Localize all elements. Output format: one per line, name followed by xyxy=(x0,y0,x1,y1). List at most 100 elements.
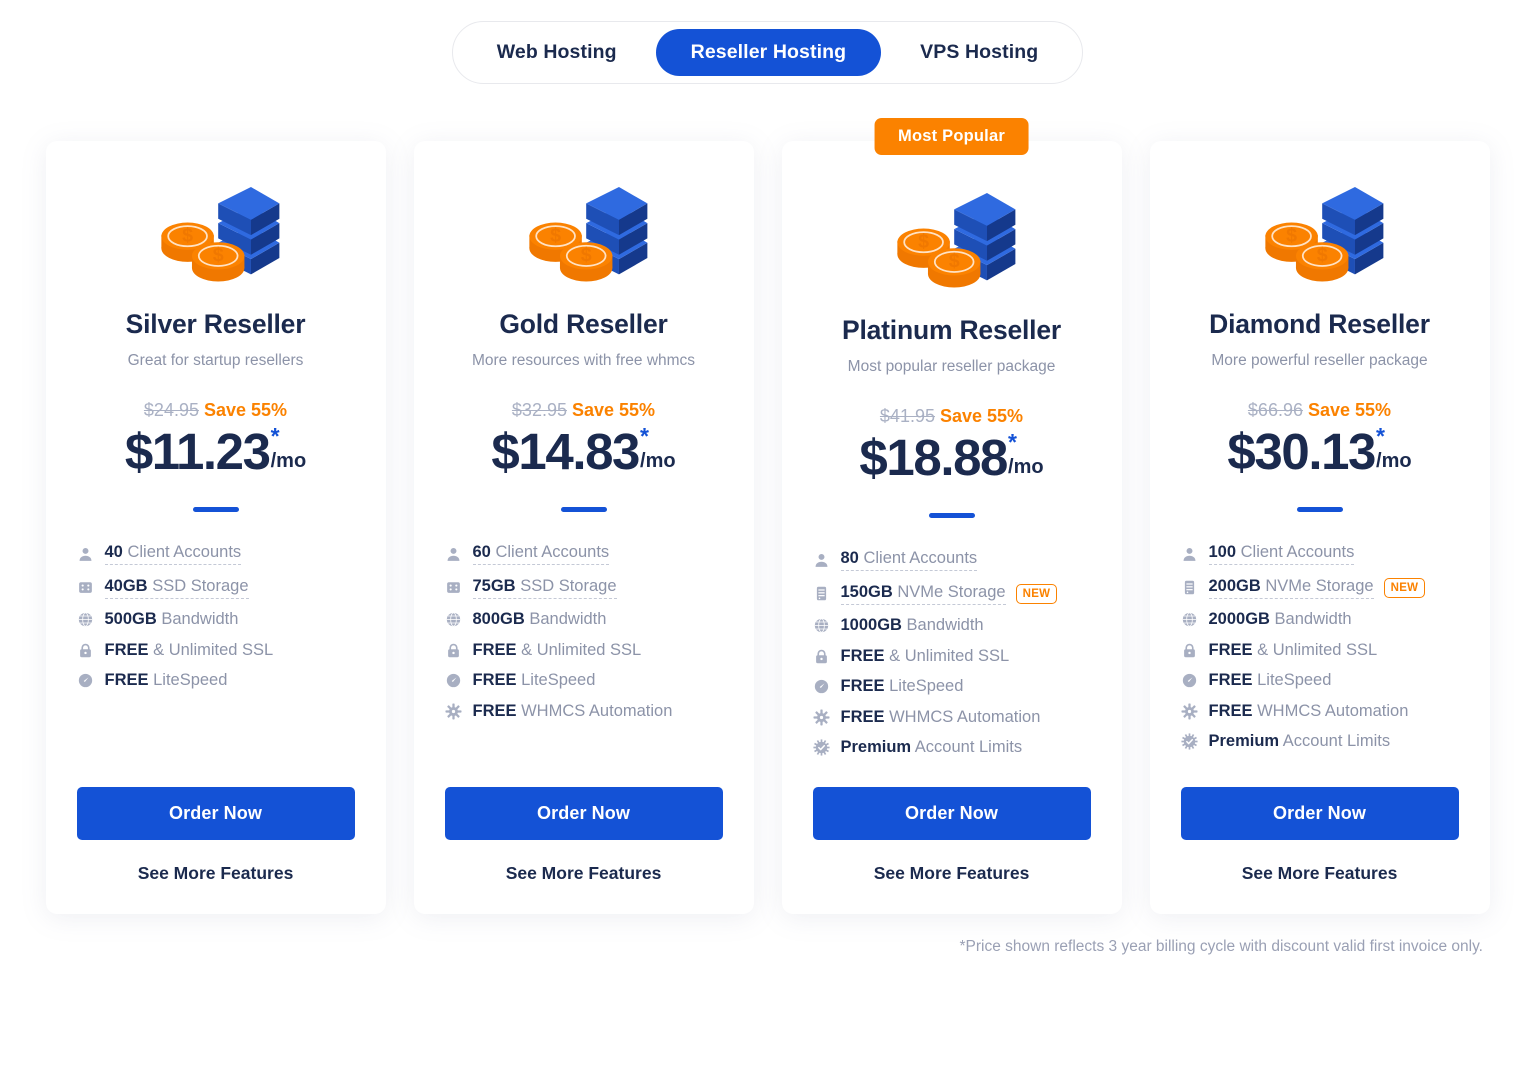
reseller-hosting-icon: $$ xyxy=(160,187,279,282)
feature-value: 75GB xyxy=(472,576,516,595)
feature-text[interactable]: 200GB NVMe Storage xyxy=(1208,577,1374,599)
feature-item: FREE & Unlimited SSL xyxy=(1181,641,1459,660)
svg-text:$: $ xyxy=(918,230,929,252)
tab-reseller-hosting[interactable]: Reseller Hosting xyxy=(655,29,882,76)
see-more-features-link[interactable]: See More Features xyxy=(1242,863,1398,884)
tab-web-hosting[interactable]: Web Hosting xyxy=(462,29,652,76)
feature-value: FREE xyxy=(472,671,517,689)
see-more-features-link[interactable]: See More Features xyxy=(506,863,662,884)
feature-label: & Unlimited SSL xyxy=(516,640,642,659)
reseller-hosting-icon: $$ xyxy=(1264,187,1383,282)
feature-text: FREE LiteSpeed xyxy=(841,677,964,696)
feature-list: 60 Client Accounts 75GB SSD Storage 800GB … xyxy=(444,543,723,732)
pricing-card: Most Popular $ $ Platinum Reseller Most popu… xyxy=(781,118,1122,914)
speed-icon xyxy=(78,673,92,688)
price-suffix: */mo xyxy=(640,424,676,471)
price-period: /mo xyxy=(1008,456,1044,479)
pricing-card: $ $ Gold Reseller More resources with free … xyxy=(413,141,754,914)
plan-name: Gold Reseller xyxy=(499,309,668,339)
feature-label: SSD Storage xyxy=(147,576,249,595)
feature-value: 800GB xyxy=(472,610,525,628)
tab-vps-hosting[interactable]: VPS Hosting xyxy=(885,29,1073,76)
feature-text[interactable]: 40GB SSD Storage xyxy=(104,576,249,599)
feature-item: 200GB NVMe Storage NEW xyxy=(1181,577,1459,599)
feature-label: NVMe Storage xyxy=(892,582,1006,601)
feature-label: Bandwidth xyxy=(901,616,984,634)
feature-item: 800GB Bandwidth xyxy=(445,610,723,629)
badge-check-icon xyxy=(812,739,830,756)
new-badge: NEW xyxy=(1015,583,1058,604)
feature-item: 75GB SSD Storage xyxy=(445,577,723,599)
hosting-type-switcher: Web Hosting Reseller Hosting VPS Hosting xyxy=(0,0,1535,84)
feature-text[interactable]: 75GB SSD Storage xyxy=(472,576,617,599)
ssd-icon xyxy=(446,582,460,593)
feature-item: 2000GB Bandwidth xyxy=(1181,610,1459,629)
feature-text[interactable]: 100 Client Accounts xyxy=(1208,543,1355,565)
lock-icon xyxy=(1183,643,1195,657)
see-more-features-link[interactable]: See More Features xyxy=(138,863,294,884)
lock-icon xyxy=(815,649,827,663)
order-now-button[interactable]: Order Now xyxy=(76,786,355,840)
order-now-button[interactable]: Order Now xyxy=(812,786,1091,840)
feature-text: Premium Account Limits xyxy=(841,738,1023,757)
plan-name: Platinum Reseller xyxy=(842,315,1061,345)
feature-list: 100 Client Accounts 200GB NVMe Storage NEW… xyxy=(1180,543,1459,763)
feature-label: & Unlimited SSL xyxy=(148,640,274,659)
feature-item: 1000GB Bandwidth xyxy=(813,616,1091,635)
feature-item: FREE WHMCS Automation xyxy=(812,708,1091,727)
section-divider xyxy=(560,507,607,512)
feature-text: FREE LiteSpeed xyxy=(473,671,596,690)
original-price: $32.95 xyxy=(511,400,567,420)
order-now-button[interactable]: Order Now xyxy=(444,786,723,840)
feature-value: 40GB xyxy=(104,576,148,595)
feature-item: 40GB SSD Storage xyxy=(77,577,355,599)
speed-icon xyxy=(814,679,828,694)
feature-text[interactable]: 40 Client Accounts xyxy=(104,543,242,565)
svg-text:$: $ xyxy=(580,244,591,266)
feature-value: FREE xyxy=(472,701,517,720)
feature-label: Client Accounts xyxy=(122,543,242,561)
feature-label: Bandwidth xyxy=(1269,610,1352,628)
feature-text[interactable]: 60 Client Accounts xyxy=(472,543,610,565)
feature-text: FREE WHMCS Automation xyxy=(841,708,1041,727)
price-suffix: */mo xyxy=(1376,424,1412,471)
plan-name: Silver Reseller xyxy=(125,309,306,339)
globe-icon xyxy=(446,612,460,627)
feature-text: 2000GB Bandwidth xyxy=(1209,610,1352,629)
feature-item: FREE WHMCS Automation xyxy=(444,701,723,721)
svg-text:$: $ xyxy=(550,224,561,246)
feature-list: 40 Client Accounts 40GB SSD Storage 500GB … xyxy=(77,543,355,702)
feature-label: LiteSpeed xyxy=(1252,671,1332,689)
svg-text:$: $ xyxy=(948,250,959,272)
pricing-card: $ $ Diamond Reseller More powerful reseller… xyxy=(1149,141,1490,914)
feature-value: 1000GB xyxy=(840,616,902,634)
plan-subtitle: More resources with free whmcs xyxy=(471,352,696,369)
feature-label: Client Accounts xyxy=(490,543,610,561)
user-icon xyxy=(1183,547,1195,561)
feature-text: FREE LiteSpeed xyxy=(105,671,228,690)
pricing-card: $ $ Silver Reseller Great for startup resel… xyxy=(45,141,386,914)
feature-label: Account Limits xyxy=(911,738,1023,756)
feature-value: FREE xyxy=(104,640,149,659)
order-now-button[interactable]: Order Now xyxy=(1180,786,1459,840)
globe-icon xyxy=(1182,612,1196,627)
feature-list: 80 Client Accounts 150GB NVMe Storage NEW 1… xyxy=(812,549,1091,769)
feature-item: 60 Client Accounts xyxy=(445,543,723,565)
feature-item: 150GB NVMe Storage NEW xyxy=(813,583,1091,605)
pricing-footnote: *Price shown reflects 3 year billing cyc… xyxy=(959,937,1484,955)
feature-text[interactable]: 150GB NVMe Storage xyxy=(840,582,1006,605)
feature-text[interactable]: 80 Client Accounts xyxy=(840,549,978,571)
svg-text:$: $ xyxy=(1286,224,1297,246)
see-more-features-link[interactable]: See More Features xyxy=(874,863,1030,884)
user-icon xyxy=(79,547,91,561)
section-divider xyxy=(192,507,239,512)
original-price: $41.95 xyxy=(879,406,935,426)
discount-line: $32.95 Save 55% xyxy=(512,400,655,421)
feature-text: FREE & Unlimited SSL xyxy=(841,647,1010,666)
gear-icon xyxy=(444,702,462,720)
feature-text: FREE & Unlimited SSL xyxy=(105,641,274,660)
ssd-icon xyxy=(78,582,92,593)
feature-item: FREE LiteSpeed xyxy=(1181,671,1459,690)
original-price: $24.95 xyxy=(143,400,199,420)
feature-label: WHMCS Automation xyxy=(884,707,1041,726)
